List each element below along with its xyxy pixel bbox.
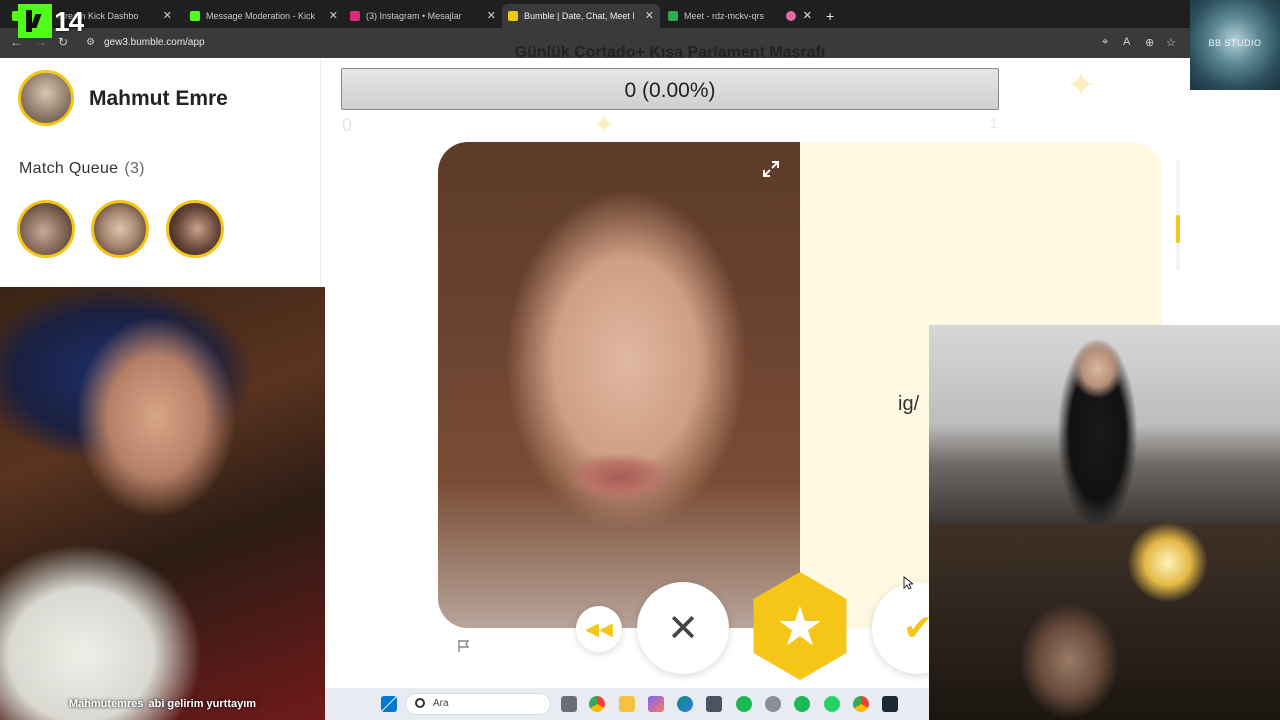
- chat-username: Mahmutemres: [68, 698, 144, 710]
- new-tab-button[interactable]: +: [820, 4, 840, 28]
- instagram-favicon-icon: [350, 11, 360, 21]
- streamer-webcam: [929, 523, 1280, 720]
- guest-webcam-right: [929, 325, 1280, 523]
- chat-message-text: abi gelirim yurttayım: [148, 698, 257, 710]
- kick-logo-number: 14: [54, 6, 84, 37]
- match-queue-label: Match Queue: [19, 160, 119, 177]
- close-tab-icon[interactable]: ✕: [163, 9, 172, 22]
- expand-icon[interactable]: [762, 160, 780, 178]
- chrome-icon[interactable]: [589, 696, 605, 712]
- windows-taskbar: Ara: [325, 688, 929, 720]
- tab-message-moderation[interactable]: Message Moderation - Kick Da ✕: [184, 4, 344, 28]
- tab-title: Bumble | Date, Chat, Meet New: [524, 11, 634, 21]
- edge-icon[interactable]: [677, 696, 693, 712]
- bb-studio-label: BB STUDIO: [1208, 38, 1262, 48]
- close-tab-icon[interactable]: ✕: [329, 9, 338, 22]
- tab-title: Meet - rdz-mckv-qrs: [684, 11, 765, 21]
- pass-button[interactable]: ✕: [637, 582, 729, 674]
- match-queue-avatar[interactable]: [166, 200, 224, 258]
- match-queue-heading: Match Queue (3): [19, 160, 145, 178]
- profile-photo[interactable]: [438, 142, 800, 628]
- user-avatar[interactable]: [18, 70, 74, 126]
- location-icon[interactable]: ⌖: [1102, 36, 1108, 49]
- donation-goal-title: Günlük Cortado+ Kısa Parlament Masrafı: [514, 44, 826, 61]
- url-text[interactable]: gew3.bumble.com/app: [104, 37, 205, 48]
- user-name[interactable]: Mahmut Emre: [89, 87, 228, 111]
- match-queue-avatar[interactable]: [91, 200, 149, 258]
- donation-goal-max: 1: [990, 115, 998, 131]
- mouse-cursor-icon: [903, 576, 913, 590]
- rewind-icon: ◀◀: [585, 618, 613, 639]
- sparkle-decoration-icon: ✦: [1066, 64, 1097, 105]
- recording-favicon-icon: [786, 11, 796, 21]
- chat-overlay-message: Mahmutemres abi gelirim yurttayım: [0, 698, 325, 710]
- close-tab-icon[interactable]: ✕: [803, 9, 812, 22]
- donation-goal-progress: 0 (0.00%): [624, 79, 716, 102]
- bumble-favicon-icon: [508, 11, 518, 21]
- zoom-icon[interactable]: ⊕: [1145, 36, 1154, 49]
- file-explorer-icon[interactable]: [619, 696, 635, 712]
- steam-icon[interactable]: [882, 696, 898, 712]
- star-icon: ★: [775, 596, 825, 657]
- profile-bio-text: ig/: [898, 393, 920, 415]
- site-settings-icon[interactable]: ⚙: [86, 37, 95, 48]
- sparkle-decoration-icon: ✦: [592, 109, 616, 140]
- close-tab-icon[interactable]: ✕: [645, 9, 654, 22]
- tab-instagram[interactable]: (3) Instagram • Mesajlar ✕: [344, 4, 502, 28]
- match-queue-count: (3): [124, 160, 145, 177]
- spotify-icon[interactable]: [794, 696, 810, 712]
- app-icon[interactable]: [765, 696, 781, 712]
- taskbar-search-placeholder: Ara: [433, 698, 449, 709]
- task-view-icon[interactable]: [561, 696, 577, 712]
- spotify-icon[interactable]: [736, 696, 752, 712]
- close-tab-icon[interactable]: ✕: [487, 9, 496, 22]
- meet-favicon-icon: [668, 11, 678, 21]
- kick-favicon-icon: [190, 11, 200, 21]
- chrome-icon[interactable]: [853, 696, 869, 712]
- close-icon: ✕: [667, 607, 699, 650]
- kick-logo: 14: [18, 4, 104, 38]
- report-flag-icon[interactable]: [457, 639, 471, 653]
- bookmark-star-icon[interactable]: ☆: [1166, 36, 1176, 49]
- profile-scrollbar-thumb[interactable]: [1176, 215, 1180, 243]
- match-queue-avatar[interactable]: [17, 200, 75, 258]
- tab-bumble[interactable]: Bumble | Date, Chat, Meet New ✕: [502, 4, 660, 28]
- windows-start-icon[interactable]: [381, 696, 397, 712]
- store-icon[interactable]: [706, 696, 722, 712]
- tab-title: (3) Instagram • Mesajlar: [366, 11, 462, 21]
- guest-webcam-left: Mahmutemres abi gelirim yurttayım: [0, 287, 325, 720]
- whatsapp-icon[interactable]: [824, 696, 840, 712]
- taskbar-search[interactable]: Ara: [405, 693, 551, 715]
- rewind-button[interactable]: ◀◀: [576, 606, 622, 652]
- donation-goal-min: 0: [342, 115, 353, 135]
- browser-tab-bar: stream Kick Dashboard ✕ Message Moderati…: [0, 0, 1280, 28]
- tab-title: Message Moderation - Kick Da: [206, 11, 316, 21]
- kick-logo-icon: [18, 4, 52, 38]
- donation-goal-bar: 0 (0.00%): [341, 68, 999, 110]
- translate-icon[interactable]: A: [1123, 36, 1130, 48]
- bb-studio-logo: BB STUDIO: [1190, 0, 1280, 90]
- copilot-icon[interactable]: [648, 696, 664, 712]
- tab-recording[interactable]: ✕: [780, 4, 818, 28]
- search-icon: [415, 698, 425, 708]
